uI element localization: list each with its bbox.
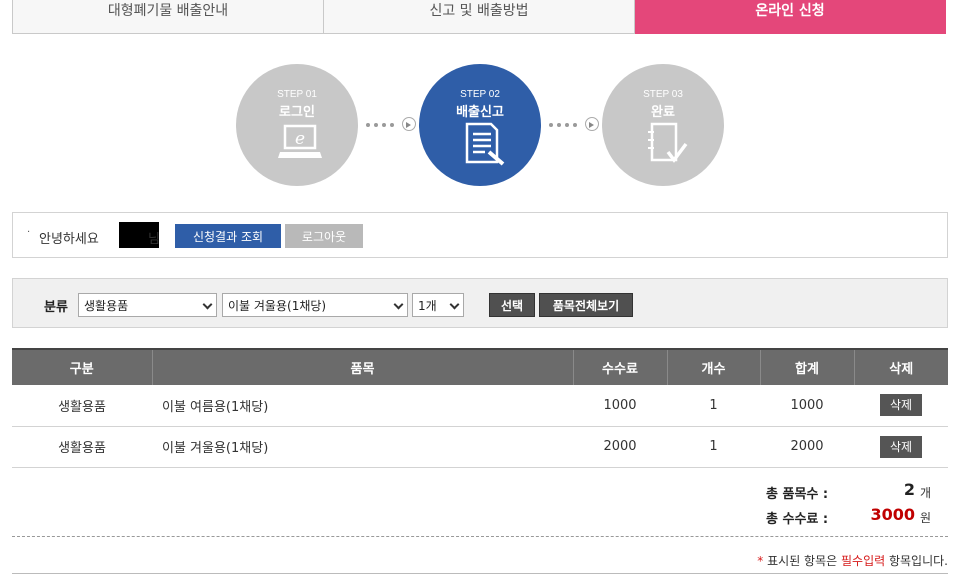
cell-item: 이불 겨울용(1채당): [152, 426, 573, 468]
tab-online-apply[interactable]: 온라인 신청: [635, 0, 946, 34]
col-fee: 수수료: [572, 348, 667, 385]
bullet-icon: ·: [27, 227, 31, 238]
divider: [12, 536, 948, 537]
view-all-items-button[interactable]: 품목전체보기: [539, 293, 633, 317]
item-select[interactable]: 이불 겨울용(1채당): [222, 293, 408, 317]
note-required: 필수입력: [840, 554, 886, 568]
total-items-label: 총 품목수 :: [766, 487, 829, 502]
cell-total: 2000: [760, 426, 854, 468]
svg-text:e: e: [295, 129, 305, 149]
cell-count: 1: [667, 385, 760, 427]
chevron-down-icon: [393, 299, 404, 310]
tab-bar: 대형폐기물 배출안내 신고 및 배출방법 온라인 신청: [12, 0, 946, 34]
step-connector: [549, 117, 599, 133]
delete-button[interactable]: 삭제: [880, 394, 922, 417]
total-fee-unit: 원: [920, 511, 932, 525]
cell-category: 생활용품: [12, 385, 152, 427]
step-report: STEP 02 배출신고: [419, 64, 541, 186]
step-title: 완료: [651, 105, 675, 120]
count-select[interactable]: 1개: [412, 293, 464, 317]
item-select-value: 이불 겨울용(1채당): [228, 298, 327, 313]
step-title: 로그인: [279, 105, 315, 120]
count-select-value: 1개: [418, 298, 437, 313]
total-fee-value: 3000: [870, 505, 915, 524]
col-total: 합계: [759, 348, 854, 385]
col-delete: 삭제: [853, 348, 948, 385]
tab-report-method[interactable]: 신고 및 배출방법: [324, 0, 635, 34]
total-fee-label: 총 수수료 :: [766, 512, 829, 527]
cell-delete: 삭제: [854, 385, 948, 427]
cell-count: 1: [667, 426, 760, 468]
cell-item: 이불 여름용(1채당): [152, 385, 573, 427]
required-note: * 표시된 항목은 필수입력 항목입니다.: [757, 552, 948, 569]
cell-delete: 삭제: [854, 426, 948, 468]
step-connector: [366, 117, 416, 133]
cell-category: 생활용품: [12, 426, 152, 468]
cell-fee: 1000: [573, 385, 667, 427]
step-number: STEP 01: [277, 89, 317, 100]
total-items-value: 2: [903, 480, 915, 499]
cell-fee: 2000: [573, 426, 667, 468]
chevron-down-icon: [202, 299, 213, 310]
selected-items-table: 구분 품목 수수료 개수 합계 삭제 생활용품 이불 여름용(1채당) 1000…: [12, 348, 948, 468]
note-pre: 표시된 항목은: [763, 554, 841, 568]
step-progress: STEP 01 로그인 e STEP 02 배출신고 STEP 03 완료: [0, 64, 980, 188]
step-number: STEP 03: [643, 89, 683, 100]
step-complete: STEP 03 완료: [602, 64, 724, 186]
col-item: 품목: [151, 348, 573, 385]
select-button[interactable]: 선택: [489, 293, 535, 317]
greeting-text: 안녕하세요: [39, 232, 99, 247]
table-row: 생활용품 이불 여름용(1채당) 1000 1 1000 삭제: [12, 385, 948, 427]
cell-total: 1000: [760, 385, 854, 427]
step-number: STEP 02: [460, 89, 500, 100]
view-result-button[interactable]: 신청결과 조회: [175, 224, 281, 248]
category-select[interactable]: 생활용품: [78, 293, 217, 317]
tab-disposal-guide[interactable]: 대형폐기물 배출안내: [12, 0, 324, 34]
notebook-check-icon: [648, 122, 688, 163]
category-filter: 분류 생활용품 이불 겨울용(1채당) 1개 선택 품목전체보기: [12, 278, 948, 328]
total-items-unit: 개: [920, 486, 932, 500]
table-row: 생활용품 이불 겨울용(1채당) 2000 1 2000 삭제: [12, 426, 948, 468]
col-count: 개수: [666, 348, 760, 385]
logout-button[interactable]: 로그아웃: [285, 224, 363, 248]
category-select-value: 생활용품: [84, 298, 129, 313]
table-header-row: 구분 품목 수수료 개수 합계 삭제: [12, 348, 948, 385]
col-category: 구분: [12, 348, 152, 385]
chevron-down-icon: [449, 299, 460, 310]
greeting-suffix: 님: [148, 232, 160, 247]
divider: [12, 573, 948, 574]
delete-button[interactable]: 삭제: [880, 435, 922, 458]
note-post: 항목입니다.: [885, 554, 948, 568]
filter-label: 분류: [44, 300, 68, 315]
document-icon: [465, 122, 505, 166]
step-login: STEP 01 로그인 e: [236, 64, 358, 186]
step-title: 배출신고: [456, 105, 504, 120]
greeting-box: · 안녕하세요 님 신청결과 조회 로그아웃: [12, 212, 948, 258]
laptop-icon: e: [278, 124, 322, 158]
